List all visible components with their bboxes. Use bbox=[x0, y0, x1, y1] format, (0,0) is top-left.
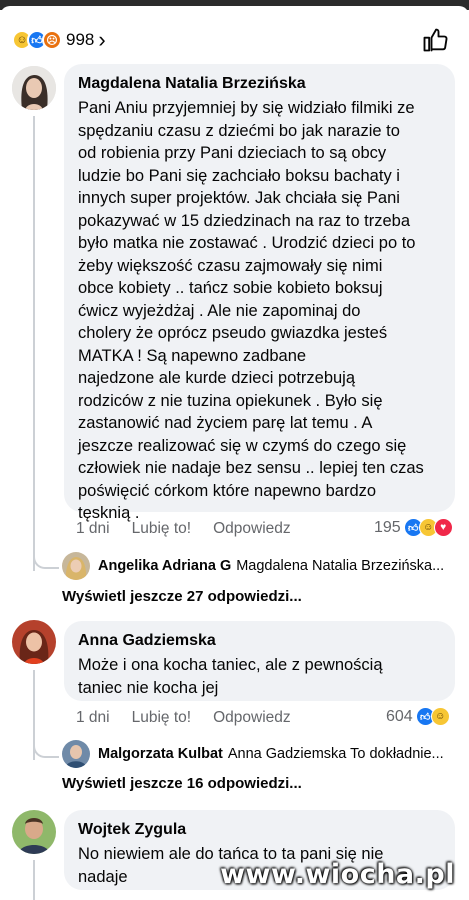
reply-preview[interactable]: Angelika Adriana G Magdalena Natalia Brz… bbox=[62, 552, 444, 580]
comment-time: 1 dni bbox=[76, 520, 110, 537]
avatar[interactable] bbox=[12, 810, 56, 854]
thread-connector bbox=[33, 548, 59, 569]
reply-avatar bbox=[62, 552, 90, 580]
view-more-replies-button[interactable]: Wyświetl jeszcze 16 odpowiedzi... bbox=[62, 775, 302, 792]
comment-time: 1 dni bbox=[76, 709, 110, 726]
comment-author[interactable]: Magdalena Natalia Brzezińska bbox=[78, 74, 441, 94]
comment-text: Może i ona kocha taniec, ale z pewnością… bbox=[78, 656, 383, 697]
love-reaction-icon: ♥ bbox=[433, 518, 453, 537]
comment-actions: 1 dni Lubię to! Odpowiedz bbox=[76, 520, 313, 538]
reply-avatar bbox=[62, 740, 90, 768]
comment-bubble: Magdalena Natalia Brzezińska Pani Aniu p… bbox=[64, 64, 455, 522]
reaction-count: 604 bbox=[386, 707, 413, 725]
comment-text: Pani Aniu przyjemniej by się widziało fi… bbox=[78, 99, 424, 522]
comment-author[interactable]: Wojtek Zygula bbox=[78, 820, 441, 840]
reactions-total-count: 998 bbox=[66, 30, 95, 49]
thread-line bbox=[33, 860, 35, 900]
reply-author: Angelika Adriana G bbox=[98, 558, 232, 574]
avatar[interactable] bbox=[12, 620, 56, 664]
reply-author: Malgorzata Kulbat bbox=[98, 746, 223, 762]
like-comment-button[interactable]: Lubię to! bbox=[132, 709, 191, 727]
reply-comment-button[interactable]: Odpowiedz bbox=[213, 520, 291, 538]
comment-reactions[interactable]: 195 👍︎ ☺ ♥ bbox=[374, 518, 453, 537]
like-button-icon[interactable] bbox=[421, 26, 449, 54]
reaction-count: 195 bbox=[374, 518, 401, 536]
reply-preview[interactable]: Malgorzata Kulbat Anna Gadziemska To dok… bbox=[62, 740, 444, 768]
view-more-replies-button[interactable]: Wyświetl jeszcze 27 odpowiedzi... bbox=[62, 588, 302, 605]
reply-text: Anna Gadziemska To dokładnie... bbox=[227, 746, 444, 762]
thread-line bbox=[33, 116, 35, 571]
comment-actions: 1 dni Lubię to! Odpowiedz bbox=[76, 709, 313, 727]
thread-connector bbox=[33, 737, 59, 758]
chevron-right-icon: › bbox=[98, 27, 106, 52]
reply-text: Magdalena Natalia Brzezińska... bbox=[236, 558, 445, 574]
haha-reaction-icon: ☺ bbox=[430, 707, 450, 726]
comment-bubble: Anna Gadziemska Może i ona kocha taniec,… bbox=[64, 621, 455, 701]
watermark: www.wiocha.pl bbox=[220, 859, 455, 890]
reactions-summary[interactable]: ☺ 👍︎ ☹ 998 › bbox=[12, 26, 106, 54]
avatar[interactable] bbox=[12, 66, 56, 110]
reply-comment-button[interactable]: Odpowiedz bbox=[213, 709, 291, 727]
window-top-edge bbox=[0, 0, 469, 16]
comment-reactions[interactable]: 604 👍︎ ☺ bbox=[386, 707, 450, 726]
comment-author[interactable]: Anna Gadziemska bbox=[78, 631, 441, 651]
like-comment-button[interactable]: Lubię to! bbox=[132, 520, 191, 538]
angry-reaction-icon: ☹ bbox=[42, 30, 62, 50]
